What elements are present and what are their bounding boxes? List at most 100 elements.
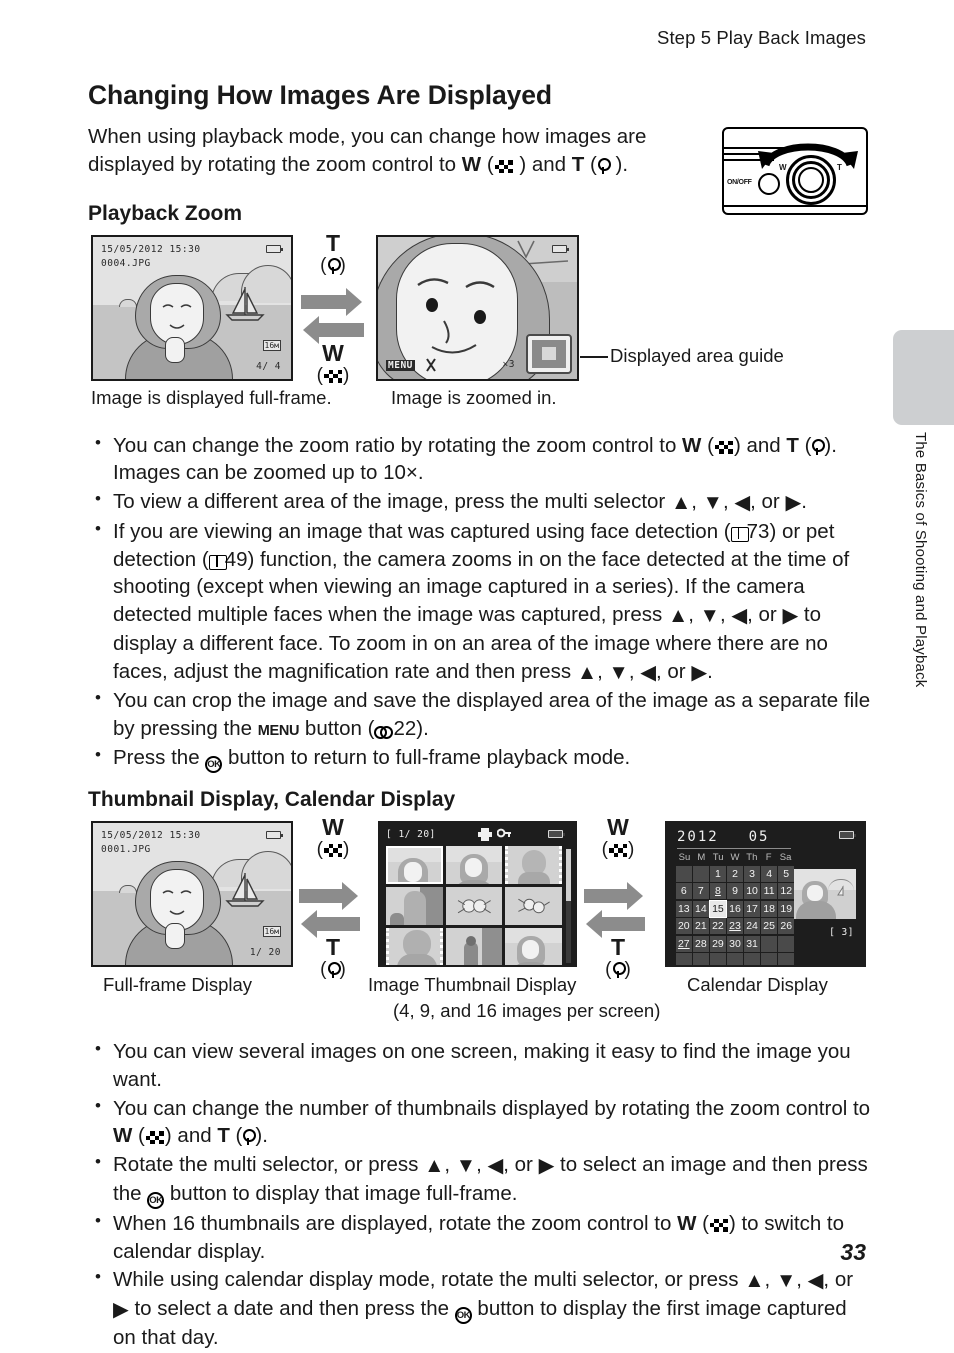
multi-selector-arrow-icon: ◀ bbox=[487, 1154, 504, 1178]
calendar-day-cell[interactable]: 29 bbox=[710, 935, 726, 952]
calendar-day-cell[interactable]: 11 bbox=[761, 883, 777, 900]
arrow-to-calendar bbox=[584, 881, 643, 910]
scrollbar-thumb[interactable] bbox=[566, 848, 571, 902]
bullet-item: When 16 thumbnails are displayed, rotate… bbox=[88, 1209, 874, 1266]
calendar-day-cell[interactable]: 28 bbox=[693, 935, 709, 952]
calendar-day-cell[interactable]: 24 bbox=[744, 918, 760, 935]
calendar-day-cell[interactable]: 16 bbox=[727, 900, 743, 917]
thumbnail-cell[interactable] bbox=[505, 886, 562, 925]
lcd-screen-zoomed: MENU ×3 bbox=[376, 234, 579, 381]
caption-zoomed: Image is zoomed in. bbox=[391, 386, 557, 408]
zoom-w-glyph: W bbox=[113, 1124, 133, 1148]
thumbnail-grid-icon bbox=[324, 369, 342, 383]
multi-selector-arrow-icon: ▼ bbox=[455, 1154, 477, 1178]
calendar-empty-cell bbox=[744, 953, 760, 965]
calendar-day-cell[interactable]: 5 bbox=[778, 865, 794, 882]
osd-image-size: 16м bbox=[262, 925, 281, 937]
thumbnail-cell[interactable] bbox=[386, 886, 443, 925]
ok-button-icon: OK bbox=[205, 755, 223, 773]
bullet-item: You can change the zoom ratio by rotatin… bbox=[88, 431, 874, 488]
calendar-day-number: 1 bbox=[715, 867, 721, 880]
battery-icon bbox=[548, 829, 565, 838]
calendar-year: 2012 bbox=[677, 828, 719, 845]
intro-paragraph: When using playback mode, you can change… bbox=[88, 125, 647, 177]
thumbnail-grid-icon bbox=[714, 440, 733, 454]
zoom-t-glyph: T bbox=[786, 433, 799, 457]
calendar-day-number: 20 bbox=[677, 920, 690, 933]
calendar-day-cell[interactable]: 15 bbox=[709, 899, 727, 918]
magnifier-icon bbox=[327, 257, 341, 274]
calendar-day-cell[interactable]: 8 bbox=[710, 883, 726, 900]
calendar-weekday: F bbox=[765, 851, 772, 863]
calendar-day-cell[interactable]: 30 bbox=[727, 935, 743, 952]
calendar-day-cell[interactable]: 7 bbox=[693, 883, 709, 900]
calendar-day-number: 5 bbox=[783, 867, 790, 880]
ok-button-icon: OK bbox=[147, 1191, 165, 1209]
calendar-day-cell[interactable]: 6 bbox=[676, 883, 692, 900]
calendar-day-cell[interactable]: 27 bbox=[676, 935, 692, 952]
calendar-day-cell[interactable]: 23 bbox=[727, 918, 743, 935]
calendar-day-cell[interactable]: 19 bbox=[778, 900, 794, 917]
page-number: 33 bbox=[840, 1239, 866, 1265]
calendar-day-cell[interactable]: 18 bbox=[761, 900, 777, 917]
calendar-day-cell[interactable]: 10 bbox=[744, 883, 760, 900]
calendar-day-cell[interactable]: 14 bbox=[693, 900, 709, 917]
thumbnail-cell[interactable] bbox=[505, 927, 562, 965]
zoom-t-glyph: T bbox=[571, 153, 585, 177]
playback-zoom-figure: 15/05/2012 15:30 0004.JPG 16м 4/ 4 T () … bbox=[88, 231, 874, 408]
calendar-day-cell[interactable]: 3 bbox=[744, 865, 760, 882]
calendar-day-cell[interactable]: 31 bbox=[744, 935, 760, 952]
thumbnail-cell[interactable] bbox=[505, 845, 562, 884]
calendar-day-cell[interactable]: 13 bbox=[676, 900, 692, 917]
calendar-day-number: 29 bbox=[712, 937, 724, 950]
calendar-day-cell[interactable]: 25 bbox=[761, 918, 777, 935]
calendar-empty-cell bbox=[676, 865, 692, 882]
multi-selector-arrow-icon: ▲ bbox=[576, 660, 598, 684]
multi-selector-arrow-icon: ▶ bbox=[782, 604, 799, 628]
calendar-day-grid[interactable]: 1 2 3 4 5 6 7 8 9 10 11 12 13 14 15 16 17 18 19 20 21 22 23 24 2… bbox=[676, 865, 794, 965]
calendar-weekday-row: Su M Tu W Th F Sa bbox=[676, 852, 794, 863]
zoom-w-glyph: W bbox=[677, 1211, 697, 1235]
calendar-day-number: 15 bbox=[712, 902, 724, 915]
calendar-day-cell[interactable]: 12 bbox=[778, 883, 794, 900]
thumbnail-grid-icon bbox=[145, 1131, 164, 1145]
magnifier-icon bbox=[327, 961, 341, 978]
bullet-item: To view a different area of the image, p… bbox=[88, 487, 874, 517]
calendar-empty-cell bbox=[693, 953, 709, 965]
section-heading-thumbnail-calendar: Thumbnail Display, Calendar Display bbox=[88, 787, 456, 811]
calendar-day-cell[interactable]: 2 bbox=[727, 865, 743, 882]
calendar-day-cell[interactable]: 26 bbox=[778, 918, 794, 935]
thumbnail-grid-icon bbox=[494, 160, 513, 174]
calendar-day-cell[interactable]: 21 bbox=[693, 918, 709, 935]
thumbnail-cell[interactable] bbox=[386, 845, 443, 884]
calendar-day-cell[interactable]: 1 bbox=[710, 865, 726, 882]
calendar-empty-cell bbox=[778, 953, 794, 965]
thumbnail-calendar-bullets: You can view several images on one scree… bbox=[88, 1037, 874, 1352]
thumbnail-cell[interactable] bbox=[445, 845, 503, 884]
calendar-day-cell[interactable]: 9 bbox=[727, 883, 743, 900]
calendar-day-number: 23 bbox=[729, 920, 741, 933]
arrow-zoom-in bbox=[301, 287, 362, 316]
lcd-screen-full-frame: 15/05/2012 15:30 0004.JPG 16м 4/ 4 bbox=[91, 234, 293, 381]
scrollbar[interactable] bbox=[566, 848, 571, 963]
thumbnail-cell[interactable] bbox=[445, 927, 503, 965]
caption-thumbnail-subtext: (4, 9, and 16 images per screen) bbox=[393, 999, 661, 1021]
calendar-day-number: 17 bbox=[746, 902, 758, 915]
intro-text-2: ) and bbox=[513, 153, 572, 177]
calendar-day-cell[interactable]: 22 bbox=[710, 918, 726, 935]
calendar-day-cell[interactable]: 20 bbox=[676, 918, 692, 935]
calendar-day-number: 10 bbox=[746, 885, 758, 898]
multi-selector-arrow-icon: ◀ bbox=[640, 660, 656, 684]
zoom-w-glyph: W bbox=[461, 153, 482, 177]
osd-menu-label: MENU bbox=[386, 359, 415, 371]
lcd-screen-thumbnail-grid: [ 1/ 20] bbox=[378, 820, 577, 967]
calendar-day-number: 24 bbox=[746, 920, 758, 933]
zoom-label-w: W () bbox=[316, 339, 350, 386]
calendar-day-cell[interactable]: 17 bbox=[744, 900, 760, 917]
thumbnail-cell[interactable] bbox=[445, 886, 503, 925]
arrow-to-thumbnail bbox=[299, 881, 358, 910]
calendar-month: 05 bbox=[748, 828, 770, 845]
lcd-screen-full-frame-2: 15/05/2012 15:30 0001.JPG 16м 1/ 20 bbox=[91, 820, 293, 967]
thumbnail-cell[interactable] bbox=[386, 927, 443, 965]
calendar-day-cell[interactable]: 4 bbox=[761, 865, 777, 882]
